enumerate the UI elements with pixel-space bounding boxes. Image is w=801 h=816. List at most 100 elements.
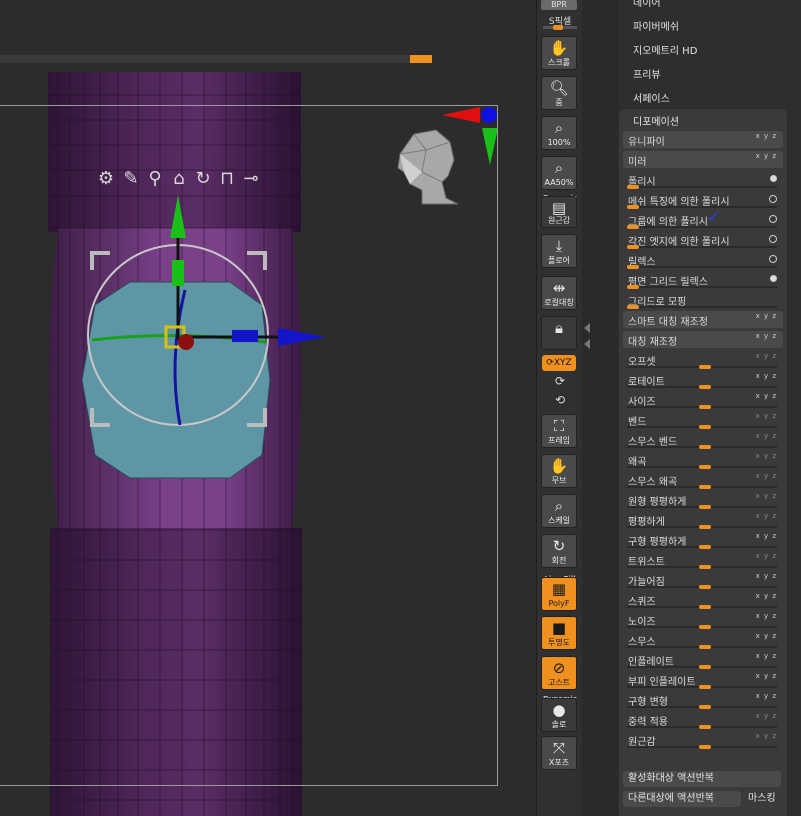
deform-slider-row[interactable]: 로테이트 x y z [623, 371, 783, 389]
axis-toggle[interactable]: x y z [756, 512, 777, 520]
rotate-y-icon[interactable]: ⟳ [537, 374, 583, 388]
slider-track[interactable] [627, 425, 777, 429]
axis-toggle[interactable]: x y z [756, 372, 777, 380]
deform-slider-row[interactable]: 가늘어짐 x y z [623, 571, 783, 589]
deform-slider-row[interactable]: 평평하게 x y z [623, 511, 783, 529]
zoom-button[interactable]: 🔍︎ 줌 [541, 76, 577, 110]
xyz-symmetry-button[interactable]: ⟳XYZ [542, 355, 576, 371]
deform-slider-row[interactable]: 오프셋 x y z [623, 351, 783, 369]
repeat-to-other-button[interactable]: 다른대상에 액션반복 [623, 791, 741, 807]
gear-icon[interactable]: ⚙ [95, 168, 117, 190]
polish-by-features-slider[interactable]: 메쉬 특징에 의한 폴리시 [623, 191, 783, 209]
slider-knob[interactable] [699, 425, 711, 429]
deform-slider-row[interactable]: 원형 평평하게 x y z [623, 491, 783, 509]
slider-track[interactable] [627, 745, 777, 749]
collapse-arrow-icon[interactable] [584, 323, 590, 333]
slider-knob[interactable] [699, 385, 711, 389]
deform-slider-row[interactable]: 인플레이트 x y z [623, 651, 783, 669]
axis-toggle[interactable]: x y z [756, 432, 777, 440]
resym-button[interactable]: 대칭 재조정 x y z [623, 331, 783, 348]
transparency-button[interactable]: ■ 투명도 [541, 616, 577, 650]
rotate-z-icon[interactable]: ⟲ [537, 393, 583, 407]
slider-track[interactable] [627, 645, 777, 649]
axis-toggle[interactable]: x y z [756, 612, 777, 620]
slider-track[interactable] [627, 685, 777, 689]
polyframe-button[interactable]: ▦ PolyF [541, 577, 577, 611]
slider-knob[interactable] [699, 525, 711, 529]
slider-knob[interactable] [699, 445, 711, 449]
deform-slider-row[interactable]: 스퀴즈 x y z [623, 591, 783, 609]
deform-slider-row[interactable]: 벤드 x y z [623, 411, 783, 429]
zoom-aa50-button[interactable]: ⌕ AA50% [541, 156, 577, 190]
slider-track[interactable] [627, 445, 777, 449]
palette-item-layers[interactable]: 데이어 [633, 0, 661, 9]
polish-by-features-radio[interactable] [769, 195, 777, 203]
zoom-100-button[interactable]: ⌕ 100% [541, 116, 577, 150]
scale-button[interactable]: ⌕ 스케일 [541, 494, 577, 528]
axis-toggle[interactable]: x y z [756, 452, 777, 460]
mirror-button[interactable]: 미러 x y z [623, 151, 783, 168]
move-button[interactable]: ✋ 무브 [541, 454, 577, 488]
rotate-button[interactable]: ↻ 회전 [541, 534, 577, 568]
slider-track[interactable] [627, 465, 777, 469]
slider-track[interactable] [627, 605, 777, 609]
deform-slider-row[interactable]: 원근감 x y z [623, 731, 783, 749]
slider-knob[interactable] [699, 565, 711, 569]
polish-radio[interactable] [770, 175, 777, 182]
axis-toggle[interactable]: x y z [756, 472, 777, 480]
deform-slider-row[interactable]: 트위스트 x y z [623, 551, 783, 569]
minus-icon[interactable]: ⊸ [240, 168, 262, 190]
polish-by-groups-slider[interactable]: 그룹에 의한 폴리시 ✓ [623, 207, 783, 229]
polish-by-groups-radio[interactable] [769, 215, 777, 223]
relax-radio[interactable] [769, 255, 777, 263]
axis-toggle[interactable]: x y z [756, 312, 777, 320]
slider-knob[interactable] [699, 625, 711, 629]
perspective-button[interactable]: ▤ 원근감 [541, 196, 577, 228]
slider-knob[interactable] [699, 505, 711, 509]
panel-splitter[interactable] [582, 0, 618, 816]
slider-knob[interactable] [699, 605, 711, 609]
slider-knob[interactable] [699, 705, 711, 709]
polish-slider[interactable]: 폴리시 [623, 171, 783, 189]
axis-toggle[interactable]: x y z [756, 692, 777, 700]
axis-toggle[interactable]: x y z [756, 652, 777, 660]
morph-to-grid-slider[interactable]: 그리드로 모핑 [623, 291, 783, 309]
axis-toggle[interactable]: x y z [756, 532, 777, 540]
reset-icon[interactable]: ↻ [192, 168, 214, 190]
palette-item-surface[interactable]: 서페이스 [633, 90, 670, 105]
slider-track[interactable] [627, 725, 777, 729]
axis-toggle[interactable]: x y z [756, 492, 777, 500]
slider-track[interactable] [627, 665, 777, 669]
axis-toggle[interactable]: x y z [756, 672, 777, 680]
slider-knob[interactable] [699, 465, 711, 469]
unify-button[interactable]: 유니파이 x y z [623, 131, 783, 148]
slider-knob[interactable] [699, 665, 711, 669]
palette-item-preview[interactable]: 프리뷰 [633, 66, 661, 81]
repeat-to-active-button[interactable]: 활성화대상 액션반복 [623, 771, 781, 787]
spix-slider[interactable] [543, 25, 577, 30]
axis-toggle[interactable]: x y z [756, 152, 777, 160]
slider-track[interactable] [627, 705, 777, 709]
slider-knob[interactable] [699, 685, 711, 689]
bpr-button[interactable]: BPR [541, 0, 577, 10]
relax-plane-grid-radio[interactable] [770, 275, 777, 282]
relax-plane-grid-slider[interactable]: 평면 그리드 릴렉스 [623, 271, 783, 289]
axis-toggle[interactable]: x y z [756, 572, 777, 580]
pin-icon[interactable]: ✎ [120, 168, 142, 190]
slider-track[interactable] [627, 525, 777, 529]
location-icon[interactable]: ⚲ [144, 168, 166, 190]
slider-track[interactable] [627, 505, 777, 509]
deform-slider-row[interactable]: 부피 인플레이트 x y z [623, 671, 783, 689]
deform-slider-row[interactable]: 사이즈 x y z [623, 391, 783, 409]
slider-track[interactable] [627, 485, 777, 489]
polish-crisp-edges-radio[interactable] [769, 235, 777, 243]
masking-button[interactable]: 마스킹 [743, 791, 783, 807]
slider-track[interactable] [627, 565, 777, 569]
head-orientation-icon[interactable] [392, 128, 460, 206]
slider-knob[interactable] [699, 545, 711, 549]
axis-toggle[interactable]: x y z [756, 412, 777, 420]
slider-track[interactable] [627, 625, 777, 629]
axis-toggle[interactable]: x y z [756, 592, 777, 600]
home-icon[interactable]: ⌂ [168, 168, 190, 190]
axis-toggle[interactable]: x y z [756, 632, 777, 640]
